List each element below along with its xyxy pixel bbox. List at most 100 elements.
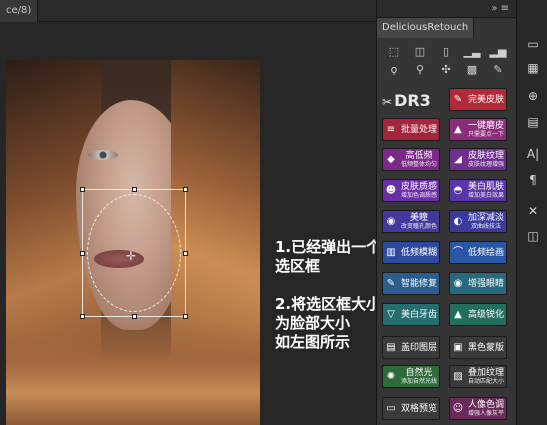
- black-mask-button[interactable]: ▣ 黑色蒙版: [449, 336, 507, 359]
- low-paint-icon: ⌒: [453, 247, 463, 258]
- black-mask-icon: ▣: [453, 342, 463, 353]
- stamp-layer-icon: ▤: [386, 342, 396, 353]
- button-label-sub: 增强人像灰平: [467, 410, 504, 417]
- overlay-texture-button[interactable]: ▨ 叠加纹理 自动匹配大小: [449, 365, 507, 388]
- dr3-logo-text: DR3: [394, 91, 431, 110]
- brush-icon[interactable]: ▯: [437, 44, 455, 60]
- center-crosshair-icon: ✛: [126, 249, 137, 263]
- type-icon[interactable]: A|: [524, 146, 542, 162]
- portrait-tone-icon: ☺: [452, 403, 464, 414]
- button-label-main: 双格预览: [400, 403, 437, 414]
- one-key-skin-button[interactable]: ▲ 一键磨皮 只需要点一下: [449, 118, 507, 141]
- button-label-sub: 双曲线技法: [470, 223, 501, 230]
- low-blur-button[interactable]: ▥ 低频模糊: [382, 241, 440, 264]
- button-label: 美白肌肤 增加美白效果: [466, 182, 506, 199]
- button-label-sub: 增加美白效果: [467, 192, 504, 199]
- button-label-main: 增强眼睛: [467, 278, 504, 289]
- rectangle-tool-icon[interactable]: ▭: [524, 36, 542, 52]
- beauty-button[interactable]: ◉ 美瞳 改变瞳孔颜色: [382, 210, 440, 233]
- button-label: 低频模糊: [399, 248, 439, 258]
- button-label: 盖印图层: [399, 343, 439, 353]
- button-label: 高级锐化: [466, 310, 506, 320]
- enhance-eyes-button[interactable]: ◉ 增强眼睛: [449, 272, 507, 295]
- button-label-main: 人像色调: [467, 400, 504, 410]
- overlay-texture-icon: ▨: [453, 371, 463, 382]
- resize-handle[interactable]: [80, 251, 85, 256]
- dodge-burn-button[interactable]: ◐ 加深减淡 双曲线技法: [449, 210, 507, 233]
- note-step1-line2: 选区框: [275, 257, 321, 275]
- button-label: 皮肤纹理 皮肤纹理增强: [466, 151, 506, 168]
- button-label: 智能修复: [399, 279, 439, 289]
- low-blur-icon: ▥: [386, 247, 396, 258]
- button-label-main: 高低频: [405, 151, 433, 161]
- select-icon[interactable]: ✣: [437, 62, 455, 78]
- button-label-main: 美白牙齿: [400, 309, 437, 320]
- grid-tool-icon[interactable]: ▦: [524, 60, 542, 76]
- dual-preview-button[interactable]: ▭ 双格预览: [382, 397, 440, 420]
- panel-title-tab[interactable]: DeliciousRetouch: [377, 18, 475, 38]
- complete-skin-button[interactable]: ✎ 完美皮肤: [449, 88, 507, 111]
- heal-icon[interactable]: ▩: [463, 62, 481, 78]
- button-label-main: 皮肤纹理: [467, 151, 504, 161]
- beauty-icon: ◉: [386, 216, 396, 227]
- marquee-icon[interactable]: ⬚: [385, 44, 403, 60]
- high-sharpen-button[interactable]: ▲ 高级锐化: [449, 303, 507, 326]
- resize-handle[interactable]: [80, 314, 85, 319]
- panels-icon[interactable]: ◫: [524, 228, 542, 244]
- document-tab[interactable]: ce/8): [0, 0, 39, 22]
- button-label-main: 批量处理: [400, 124, 437, 135]
- dr3-logo: ✂ DR3: [382, 88, 444, 113]
- button-label-sub: 只需要点一下: [467, 131, 504, 138]
- button-label-sub: 低频整体均匀: [400, 161, 437, 168]
- batch-process-button[interactable]: ≡ 批量处理: [382, 118, 440, 141]
- high-low-freq-button[interactable]: ◆ 高低频 低频整体均匀: [382, 148, 440, 171]
- target-icon[interactable]: ⊕: [524, 88, 542, 104]
- levels-icon[interactable]: ▁▃: [463, 44, 481, 60]
- scissors-icon: ✂: [382, 95, 393, 109]
- button-label: 高低频 低频整体均匀: [399, 151, 439, 168]
- panel-menu-icon[interactable]: » ≡: [491, 0, 509, 18]
- crop-icon[interactable]: ✎: [489, 62, 507, 78]
- whiten-teeth-icon: ▽: [387, 309, 395, 320]
- button-label: 批量处理: [399, 125, 439, 135]
- resize-handle[interactable]: [80, 187, 85, 192]
- whiten-teeth-button[interactable]: ▽ 美白牙齿: [382, 303, 440, 326]
- skin-quality-icon: ☻: [385, 185, 397, 196]
- paragraph-icon[interactable]: ¶: [524, 172, 542, 188]
- button-label-main: 美白肌肤: [467, 182, 504, 192]
- whitening-button[interactable]: ◓ 美白肌肤 增加美白效果: [449, 179, 507, 202]
- retouch-icon[interactable]: ✕: [524, 203, 542, 219]
- button-label-sub: 皮肤纹理增强: [467, 161, 504, 168]
- stamp-layer-button[interactable]: ▤ 盖印图层: [382, 336, 440, 359]
- portrait-tone-button[interactable]: ☺ 人像色调 增强人像灰平: [449, 397, 507, 420]
- note-step1-line1: 1.已经弹出一个: [275, 238, 382, 256]
- wand-icon[interactable]: ⚲: [411, 62, 429, 78]
- button-label-main: 美瞳: [409, 213, 428, 223]
- resize-handle[interactable]: [183, 251, 188, 256]
- mask-icon[interactable]: ◫: [411, 44, 429, 60]
- resize-handle[interactable]: [183, 187, 188, 192]
- resize-handle[interactable]: [132, 314, 137, 319]
- natural-light-button[interactable]: ✺ 自然光 添加自然光线: [382, 365, 440, 388]
- dual-preview-icon: ▭: [386, 403, 396, 414]
- button-label: 人像色调 增强人像灰平: [466, 400, 506, 417]
- histogram-icon[interactable]: ▂▅: [489, 44, 507, 60]
- smart-repair-button[interactable]: ✎ 智能修复: [382, 272, 440, 295]
- lasso-icon[interactable]: ϙ: [385, 62, 403, 78]
- resize-handle[interactable]: [183, 314, 188, 319]
- button-label-main: 低频模糊: [400, 247, 437, 258]
- hair-bottom: [6, 320, 260, 425]
- button-label: 加深减淡 双曲线技法: [466, 213, 506, 230]
- skin-texture-button[interactable]: ◢ 皮肤纹理 皮肤纹理增强: [449, 148, 507, 171]
- low-paint-button[interactable]: ⌒ 低频绘画: [449, 241, 507, 264]
- resize-handle[interactable]: [132, 187, 137, 192]
- smart-repair-icon: ✎: [386, 278, 396, 289]
- dodge-burn-icon: ◐: [453, 216, 463, 227]
- right-tool-strip: ▭ ▦ ⊕ ▤ A| ¶ ✕ ◫: [516, 0, 547, 425]
- one-key-skin-icon: ▲: [454, 124, 462, 135]
- button-label-sub: 自动匹配大小: [467, 378, 504, 385]
- button-label-main: 低频绘画: [467, 247, 504, 258]
- button-label: 皮肤质感 增加色调质感: [399, 182, 439, 199]
- skin-quality-button[interactable]: ☻ 皮肤质感 增加色调质感: [382, 179, 440, 202]
- layers-icon[interactable]: ▤: [524, 114, 542, 130]
